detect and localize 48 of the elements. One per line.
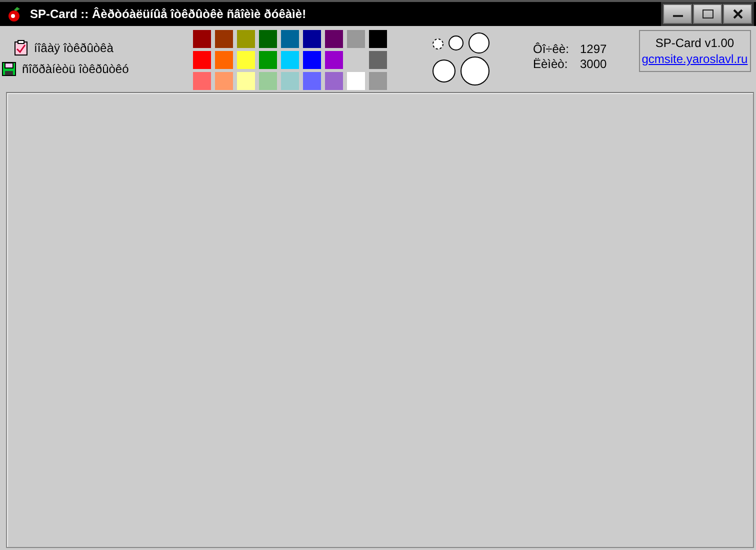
drawing-canvas[interactable]: [6, 92, 754, 548]
color-swatch[interactable]: [369, 51, 387, 69]
stat-value: 3000: [580, 57, 607, 71]
color-swatch[interactable]: [193, 30, 211, 48]
stat-label: Ëèìèò:: [533, 57, 569, 71]
color-swatch[interactable]: [281, 51, 299, 69]
color-swatch[interactable]: [259, 72, 277, 90]
close-icon: [730, 8, 744, 20]
brush-size[interactable]: [448, 35, 464, 51]
color-swatch[interactable]: [325, 72, 343, 90]
apple-icon: [6, 6, 22, 22]
action-link[interactable]: íîâàÿ îòêðûòêà: [0, 40, 193, 56]
stat-label: Ôî÷êè:: [533, 42, 570, 56]
color-swatch[interactable]: [215, 30, 233, 48]
color-swatch[interactable]: [347, 30, 365, 48]
color-swatch[interactable]: [347, 72, 365, 90]
color-swatch[interactable]: [303, 30, 321, 48]
color-swatch[interactable]: [193, 51, 211, 69]
color-swatch[interactable]: [259, 30, 277, 48]
brush-size[interactable]: [432, 38, 444, 50]
color-swatch[interactable]: [259, 51, 277, 69]
color-swatch[interactable]: [303, 72, 321, 90]
minimize-button[interactable]: [663, 4, 692, 24]
site-link[interactable]: gcmsite.yaroslavl.ru: [642, 52, 748, 66]
brush-size[interactable]: [432, 59, 456, 83]
stat-value: 1297: [580, 42, 607, 56]
color-swatch[interactable]: [215, 72, 233, 90]
color-swatch[interactable]: [281, 30, 299, 48]
maximize-icon: [700, 9, 714, 19]
color-swatch[interactable]: [369, 30, 387, 48]
color-swatch[interactable]: [237, 72, 255, 90]
color-swatch[interactable]: [237, 51, 255, 69]
window-title: SP-Card :: Âèðòóàëüíûå îòêðûòêè ñâîèìè ðóêàìè!: [30, 7, 306, 21]
color-swatch[interactable]: [281, 72, 299, 90]
action-link[interactable]: ñîõðàíèòü îòêðûòêó: [0, 62, 193, 76]
close-button[interactable]: [723, 4, 752, 24]
clipboard-icon: [14, 40, 28, 56]
color-swatch[interactable]: [237, 30, 255, 48]
brush-size[interactable]: [468, 32, 490, 54]
color-swatch[interactable]: [325, 51, 343, 69]
color-swatch[interactable]: [325, 30, 343, 48]
color-swatch[interactable]: [369, 72, 387, 90]
maximize-button[interactable]: [693, 4, 722, 24]
color-swatch[interactable]: [193, 72, 211, 90]
color-swatch[interactable]: [303, 51, 321, 69]
app-version: SP-Card v1.00: [655, 36, 734, 50]
brush-size[interactable]: [460, 56, 490, 86]
color-swatch[interactable]: [215, 51, 233, 69]
